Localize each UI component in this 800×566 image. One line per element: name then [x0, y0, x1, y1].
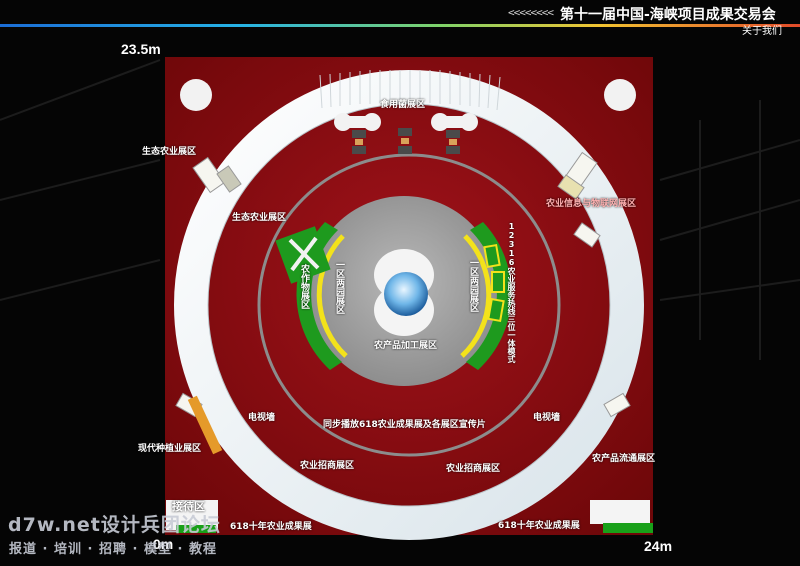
width-dimension-label: 24m — [644, 538, 673, 554]
watermark-menu: 报道 · 培训 · 招聘 · 模型 · 教程 — [9, 542, 217, 557]
corner-pillar-left — [180, 79, 212, 111]
floor-plan — [0, 57, 800, 540]
tv-wall-right: 电视墙 — [533, 413, 561, 423]
bottom-right-counter — [590, 500, 650, 524]
zone-investment-right: 农业招商展区 — [446, 464, 501, 474]
zone-processing: 农产品加工展区 — [374, 341, 438, 351]
zone-eco-agri-inner: 生态农业展区 — [232, 213, 287, 223]
corner-pillar-right — [604, 79, 636, 111]
globe-icon — [384, 272, 428, 316]
zone-circulation: 农产品流通展区 — [592, 454, 656, 464]
height-dimension-label: 23.5m — [121, 41, 161, 57]
zone-tenyear-right: 618十年农业成果展 — [498, 521, 580, 531]
zone-hotline: 12316农业服务热线三位一体模式 — [507, 222, 516, 363]
zone-district-left: 一区两园展区 — [334, 260, 344, 314]
zone-investment-left: 农业招商展区 — [300, 461, 355, 471]
zone-modern-planting: 现代种植业展区 — [138, 444, 202, 454]
zone-district-right: 一区两园展区 — [468, 258, 478, 312]
watermark-site: d7w.net设计兵团论坛 — [8, 514, 221, 536]
zone-agri-info: 农业信息与物联网展区 — [546, 199, 637, 209]
sync-play-note: 同步播放618农业成果展及各展区宣传片 — [323, 420, 486, 430]
zone-eco-agri-outer: 生态农业展区 — [142, 147, 197, 157]
zone-edible-fungi: 食用菌展区 — [380, 100, 426, 110]
zone-tenyear-left: 618十年农业成果展 — [230, 522, 312, 532]
tv-wall-left: 电视墙 — [248, 413, 276, 423]
green-strip-right — [603, 523, 653, 533]
zone-crops: 农作物展区 — [299, 264, 309, 309]
